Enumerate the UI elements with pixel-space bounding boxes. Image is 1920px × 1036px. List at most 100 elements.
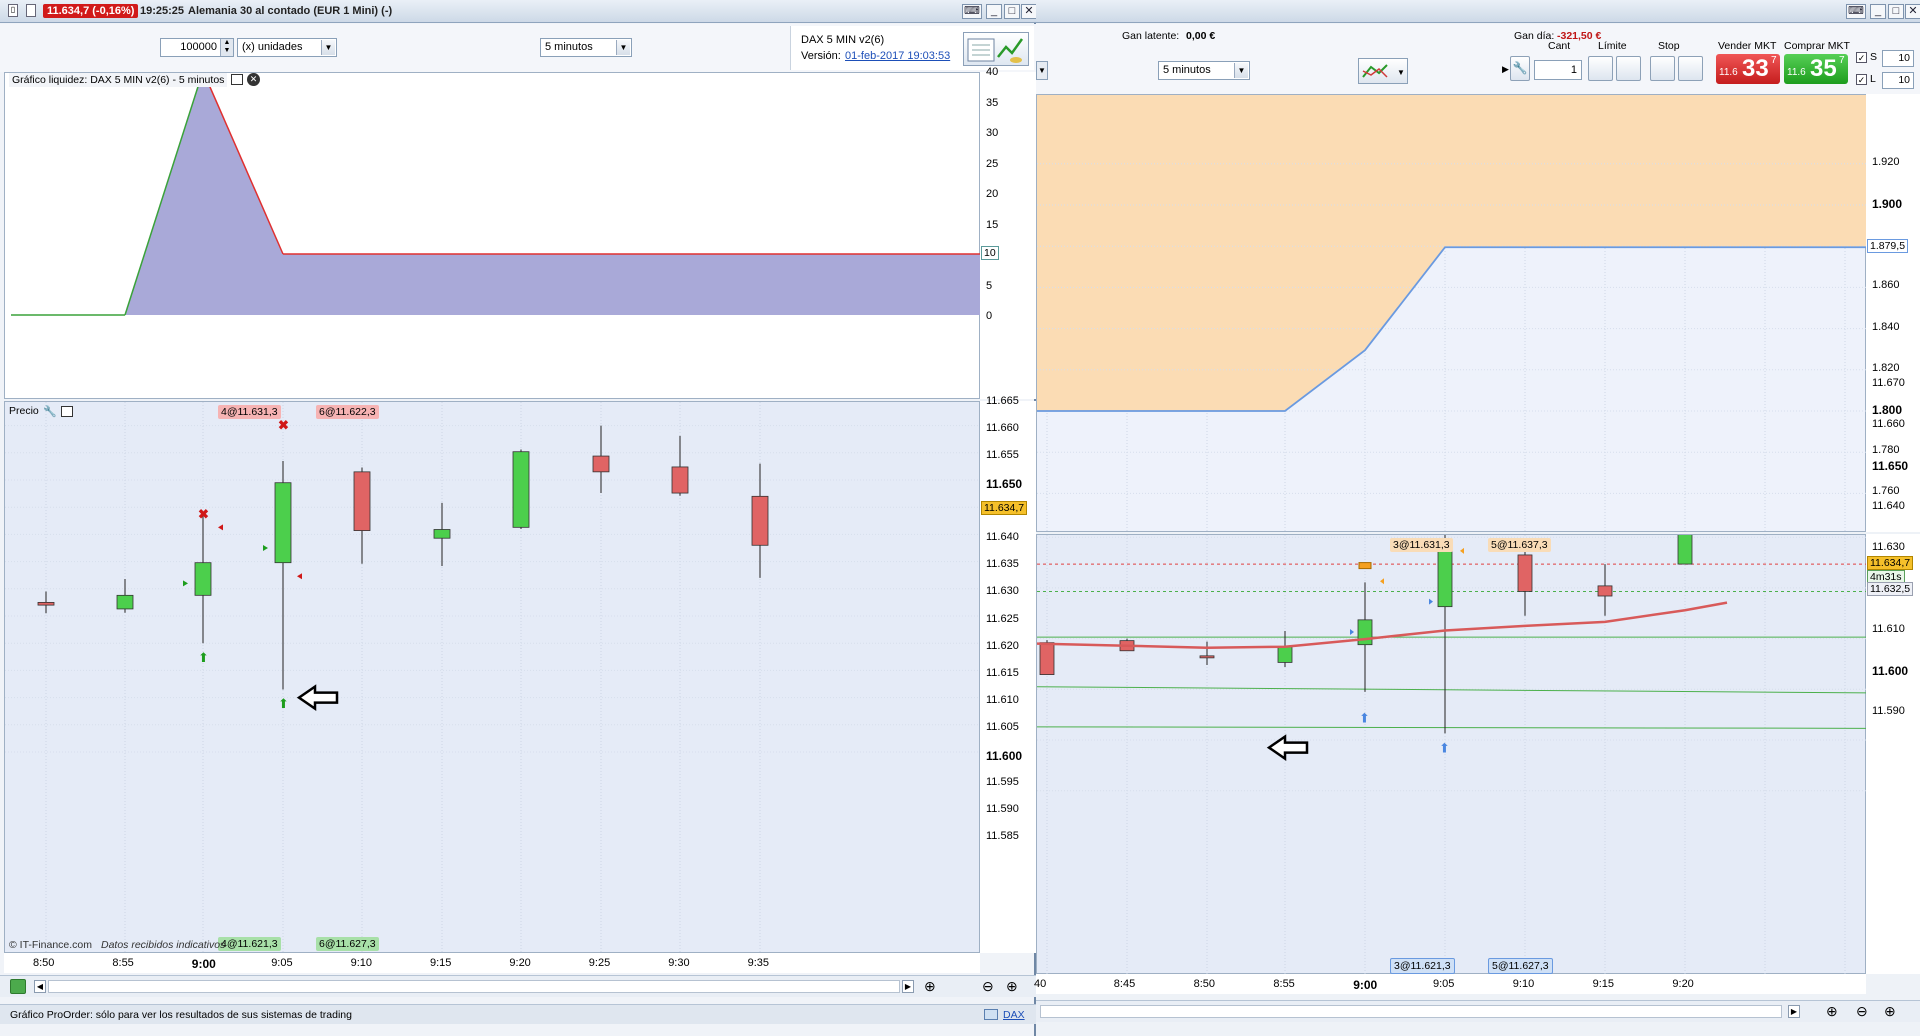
link-icon[interactable] (984, 1009, 998, 1020)
right-order-tag-bottom-1: 3@11.621,3 (1390, 958, 1455, 974)
candle-body (1199, 655, 1215, 659)
version-date-link[interactable]: 01-feb-2017 19:03:53 (845, 50, 950, 62)
left-status-bar: Gráfico ProOrder: sólo para ver los resu… (0, 1004, 1036, 1024)
doc-icon[interactable] (26, 4, 36, 17)
strategy-name: DAX 5 MIN v2(6) (801, 34, 885, 46)
close-button[interactable]: ✕ (1021, 4, 1037, 19)
l-input[interactable]: 10 (1882, 72, 1914, 89)
axis-tick-label: 1.860 (1872, 279, 1900, 292)
zoom-in-icon[interactable]: ⊕ (1884, 1003, 1896, 1020)
quantity-stepper[interactable]: ▲ ▼ (220, 39, 233, 56)
latent-gain-value: 0,00 € (1186, 30, 1216, 42)
price-panel-title: Precio (9, 405, 39, 417)
latent-gain-label: Gan latente: (1122, 30, 1180, 42)
panel-window-icon[interactable] (231, 74, 243, 85)
right-toolbar: Gan latente: 0,00 € Gan día: -321,50 € ▼… (1036, 24, 1920, 94)
wrench-icon[interactable]: 🔧 (43, 405, 57, 418)
indicator-chart (1037, 95, 1867, 533)
zoom-fit-icon[interactable]: ⊕ (1826, 1003, 1838, 1020)
timeframe-select[interactable]: 5 minutos ▼ (540, 38, 632, 57)
price-badge: 11.634,7 (-0,16%) (43, 4, 139, 18)
right-price-panel[interactable]: ⬆ ⬆ 3@11.631,3 5@11.637,3 3@11.621,3 5@11… (1036, 384, 1868, 975)
chevron-down-icon: ▼ (1234, 63, 1248, 78)
left-scroll-bar: ◀ ▶ ⊕ ⊖ ⊕ (0, 975, 1036, 997)
axis-tick-label: 1.800 (1872, 403, 1903, 417)
l-checkbox[interactable]: ✓ (1856, 74, 1867, 85)
maximize-button[interactable]: □ (1004, 4, 1020, 19)
s-input[interactable]: 10 (1882, 50, 1914, 67)
limit-sell-button[interactable] (1616, 56, 1641, 81)
pin-icon[interactable]: ▯ (8, 4, 18, 17)
axis-tick-label: 11.590 (986, 803, 1019, 815)
scroll-right-button[interactable]: ▶ (902, 980, 914, 993)
zoom-out-icon[interactable]: ⊖ (982, 978, 994, 995)
zoom-out-icon[interactable]: ⊖ (1856, 1003, 1868, 1020)
units-select[interactable]: (x) unidades ▼ (237, 38, 337, 57)
clock-time: 19:25:25 (140, 5, 185, 17)
svg-text:▼: ▼ (1397, 68, 1405, 77)
exit-tick (1460, 547, 1464, 554)
status-instrument-link[interactable]: DAX (1003, 1009, 1025, 1021)
limit-order-marker (1358, 562, 1372, 570)
level-line (1036, 726, 1868, 729)
panel-window-icon[interactable] (61, 406, 73, 417)
right-price-chart: ⬆⬆ (1036, 384, 1868, 975)
export-icon[interactable] (10, 979, 26, 994)
qty-label: Cant (1548, 40, 1571, 52)
indicator-band (1037, 95, 1867, 411)
chart-type-button[interactable]: ▼ (1358, 58, 1408, 84)
equity-panel[interactable]: Gráfico liquidez: DAX 5 MIN v2(6) - 5 mi… (4, 70, 981, 399)
chevron-down-icon: ▼ (321, 40, 335, 55)
time-tick-label: 8:50 (33, 957, 55, 969)
right-order-tag-bottom-2: 5@11.627,3 (1488, 958, 1553, 974)
scrollbar-track[interactable] (1040, 1005, 1782, 1018)
axis-tick-label: 11.660 (986, 422, 1019, 435)
minimize-button[interactable]: _ (986, 4, 1002, 19)
ticket-expand-icon[interactable]: ▶ (1502, 64, 1509, 75)
keyboard-icon[interactable]: ⌨ (962, 4, 982, 19)
exit-tick (297, 573, 302, 580)
axis-tick-label: 11.650 (986, 476, 1023, 491)
limit-buy-button[interactable] (1588, 56, 1613, 81)
close-button[interactable]: ✕ (1905, 4, 1920, 19)
candle-body (671, 466, 689, 494)
scroll-left-button[interactable]: ◀ (34, 980, 46, 993)
scrollbar-track[interactable] (48, 980, 900, 993)
candle-body (1277, 646, 1293, 663)
axis-tick-label: 11.635 (986, 558, 1019, 571)
time-tick-label: 9:05 (1433, 978, 1455, 990)
maximize-button[interactable]: □ (1888, 4, 1904, 19)
zoom-in-icon[interactable]: ⊕ (1006, 978, 1018, 995)
candle-body (1039, 642, 1055, 675)
candle-body (512, 451, 530, 528)
axis-tick-label: 11.620 (986, 639, 1019, 652)
time-tick-label: 9:30 (668, 957, 690, 969)
stop-buy-button[interactable] (1650, 56, 1675, 81)
minimize-button[interactable]: _ (1870, 4, 1886, 19)
time-tick-label: 8:55 (112, 957, 134, 969)
keyboard-icon[interactable]: ⌨ (1846, 4, 1866, 19)
left-dropdown-stub[interactable]: ▼ (1036, 61, 1048, 80)
stop-sell-button[interactable] (1678, 56, 1703, 81)
time-tick-label: 9:20 (509, 957, 531, 969)
limit-label: Límite (1598, 40, 1627, 52)
time-tick-label: 8:50 (1193, 978, 1216, 990)
right-timeframe-select[interactable]: 5 minutos ▼ (1158, 61, 1250, 80)
exit-tick (1380, 578, 1384, 585)
axis-tick-label: 1.900 (1872, 197, 1903, 211)
candle-body (592, 455, 610, 473)
price-panel[interactable]: ✖ ✖ ⬆ ⬆ Precio 🔧 4@11.631,3 6@11.622,3 4@11… (4, 343, 981, 954)
zoom-fit-icon[interactable]: ⊕ (924, 978, 936, 995)
indicator-panel[interactable] (1036, 94, 1867, 533)
right-order-tag-top-2: 5@11.637,3 (1488, 538, 1551, 552)
scroll-right-button[interactable]: ▶ (1788, 1005, 1800, 1018)
panel-close-icon[interactable]: ✕ (247, 73, 260, 86)
s-checkbox[interactable]: ✓ (1856, 52, 1867, 63)
equity-area (11, 71, 981, 315)
axis-tick-label: 11.650 (1872, 459, 1909, 474)
strategy-chart-icon[interactable] (963, 32, 1029, 66)
wrench-icon[interactable]: 🔧 (1510, 56, 1530, 81)
qty-input[interactable]: 1 (1534, 60, 1582, 80)
sell-market-button[interactable]: 11.6 33 7 (1716, 54, 1780, 84)
buy-market-button[interactable]: 11.6 35 7 (1784, 54, 1848, 84)
